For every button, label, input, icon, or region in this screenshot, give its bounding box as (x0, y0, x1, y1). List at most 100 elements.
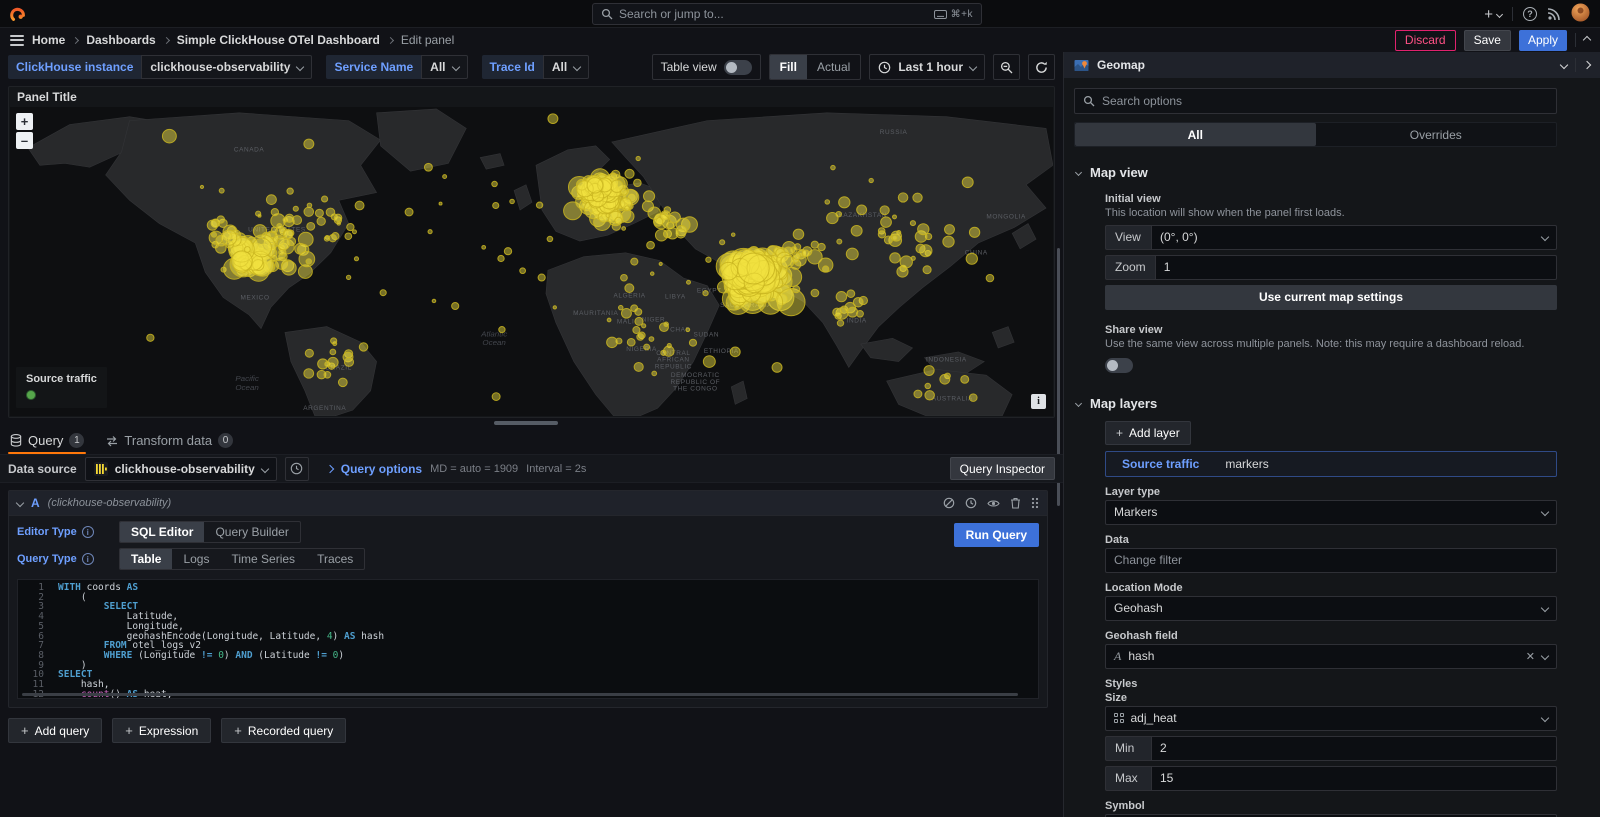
add-layer-button[interactable]: +Add layer (1105, 421, 1191, 445)
global-search[interactable]: ⌘+k (592, 3, 982, 25)
variable-value-dropdown[interactable]: All (543, 55, 589, 79)
zoom-input[interactable]: 1 (1155, 255, 1557, 280)
panel-resize-handle[interactable] (494, 421, 558, 425)
layer-type-select[interactable]: Markers (1105, 500, 1557, 525)
info-icon[interactable]: i (82, 553, 94, 565)
expression-button[interactable]: +Expression (112, 718, 211, 743)
location-mode-select[interactable]: Geohash (1105, 596, 1557, 621)
actual-option[interactable]: Actual (807, 55, 860, 79)
layer-name[interactable]: Source traffic (1122, 457, 1199, 471)
datasource-select[interactable]: clickhouse-observability (85, 457, 277, 481)
horizontal-scrollbar[interactable] (22, 693, 1018, 696)
zoom-out-time-button[interactable] (993, 54, 1020, 80)
size-field-select[interactable]: adj_heat (1105, 706, 1557, 731)
map-canvas[interactable]: RUSSIACANADAUNITED STATESMEXICOKAZAKHSTA… (10, 107, 1053, 416)
recorded-query-button[interactable]: +Recorded query (221, 718, 346, 743)
tab-query[interactable]: Query 1 (8, 430, 86, 454)
legend-title: Source traffic (26, 373, 97, 385)
apply-button[interactable]: Apply (1519, 30, 1567, 51)
tab-all[interactable]: All (1075, 123, 1316, 146)
breadcrumb-dashboard-name[interactable]: Simple ClickHouse OTel Dashboard (177, 33, 380, 47)
news-icon[interactable] (1547, 7, 1561, 21)
grafana-logo[interactable] (9, 5, 27, 23)
layer-kind: markers (1225, 457, 1268, 471)
sql-editor-option[interactable]: SQL Editor (120, 522, 204, 542)
min-label: Min (1105, 736, 1151, 761)
help-icon[interactable]: ? (1523, 7, 1537, 21)
chevron-down-icon[interactable] (1560, 61, 1568, 69)
variables-toolbar: ClickHouse instance clickhouse-observabi… (0, 52, 1063, 82)
panel-title[interactable]: Panel Title (9, 87, 1054, 107)
history-icon[interactable] (965, 497, 977, 509)
use-current-map-settings-button[interactable]: Use current map settings (1105, 285, 1557, 310)
add-menu-button[interactable]: + (1484, 6, 1502, 23)
clear-icon[interactable]: ✕ (1526, 650, 1535, 663)
disable-query-icon[interactable] (943, 497, 955, 509)
geohash-field-select[interactable]: A hash ✕ (1105, 644, 1557, 669)
datasource-help-button[interactable] (285, 457, 309, 481)
run-query-button[interactable]: Run Query (954, 523, 1039, 547)
table-view-toggle[interactable]: Table view (652, 54, 761, 80)
query-builder-option[interactable]: Query Builder (204, 522, 299, 542)
database-icon (10, 434, 22, 447)
search-input[interactable] (619, 7, 928, 21)
tab-transform-data[interactable]: Transform data 0 (104, 430, 235, 454)
symbol-select[interactable]: circle.svg ✕ (1105, 814, 1557, 817)
data-filter-field[interactable]: Change filter (1105, 548, 1557, 573)
save-button[interactable]: Save (1464, 30, 1511, 51)
variable-value-dropdown[interactable]: All (421, 55, 467, 79)
collapse-up-icon[interactable] (1583, 36, 1591, 44)
zoom-field: Zoom 1 (1105, 255, 1557, 280)
sql-line: 10SELECT (18, 670, 1038, 680)
collapse-pane-icon[interactable] (1583, 61, 1591, 69)
collapse-query-icon[interactable] (16, 499, 24, 507)
refresh-button[interactable] (1028, 54, 1055, 80)
avatar[interactable] (1571, 3, 1590, 25)
svg-text:MEXICO: MEXICO (241, 294, 270, 301)
geomap-panel: Panel Title RUSSIACANADAUNITED (8, 86, 1055, 418)
view-select[interactable]: (0°, 0°) (1151, 225, 1557, 250)
max-input[interactable]: 15 (1151, 766, 1557, 791)
time-range-picker[interactable]: Last 1 hour (869, 54, 985, 80)
svg-text:THE CONGO: THE CONGO (673, 386, 717, 393)
svg-text:REPUBLIC: REPUBLIC (655, 363, 692, 370)
discard-button[interactable]: Discard (1395, 30, 1456, 51)
section-map-layers[interactable]: Map layers (1064, 384, 1600, 415)
sql-line: 1WITH coords AS (18, 583, 1038, 593)
map-zoom-in-button[interactable]: + (16, 113, 33, 130)
options-search[interactable] (1074, 88, 1557, 114)
info-icon[interactable]: i (82, 526, 94, 538)
eye-icon[interactable] (987, 498, 1000, 509)
layer-row[interactable]: Source traffic markers (1105, 451, 1557, 477)
query-inspector-button[interactable]: Query Inspector (950, 457, 1055, 480)
breadcrumb-home[interactable]: Home (32, 33, 65, 47)
share-view-toggle[interactable] (1105, 358, 1133, 373)
variable-value-dropdown[interactable]: clickhouse-observability (141, 55, 312, 79)
breadcrumb-dashboards[interactable]: Dashboards (86, 33, 155, 47)
visualization-picker[interactable]: Geomap (1064, 52, 1600, 78)
tab-overrides[interactable]: Overrides (1316, 123, 1557, 146)
size-label: Size (1105, 692, 1557, 704)
toggle-switch[interactable] (724, 60, 752, 75)
table-option[interactable]: Table (120, 549, 172, 569)
query-options-link[interactable]: Query options (341, 462, 422, 476)
max-field: Max 15 (1105, 766, 1557, 791)
traces-option[interactable]: Traces (306, 549, 364, 569)
transform-icon (106, 435, 118, 447)
logs-option[interactable]: Logs (172, 549, 220, 569)
fill-option[interactable]: Fill (770, 55, 807, 79)
menu-icon[interactable] (10, 32, 24, 48)
min-input[interactable]: 2 (1151, 736, 1557, 761)
query-header-row[interactable]: A (clickhouse-observability) (9, 491, 1047, 516)
sql-editor[interactable]: 1WITH coords AS2(3SELECT4Latitude,5Longi… (17, 579, 1039, 699)
add-query-button[interactable]: +Add query (8, 718, 102, 743)
svg-text:SUDAN: SUDAN (694, 331, 720, 338)
time-series-option[interactable]: Time Series (220, 549, 306, 569)
options-search-input[interactable] (1102, 94, 1548, 108)
section-map-view[interactable]: Map view (1064, 153, 1600, 184)
svg-text:Pacific: Pacific (235, 374, 259, 383)
trash-icon[interactable] (1010, 497, 1021, 509)
map-attribution-info-icon[interactable]: i (1031, 394, 1046, 409)
map-zoom-out-button[interactable]: – (16, 132, 33, 149)
drag-handle-icon[interactable] (1031, 497, 1039, 509)
